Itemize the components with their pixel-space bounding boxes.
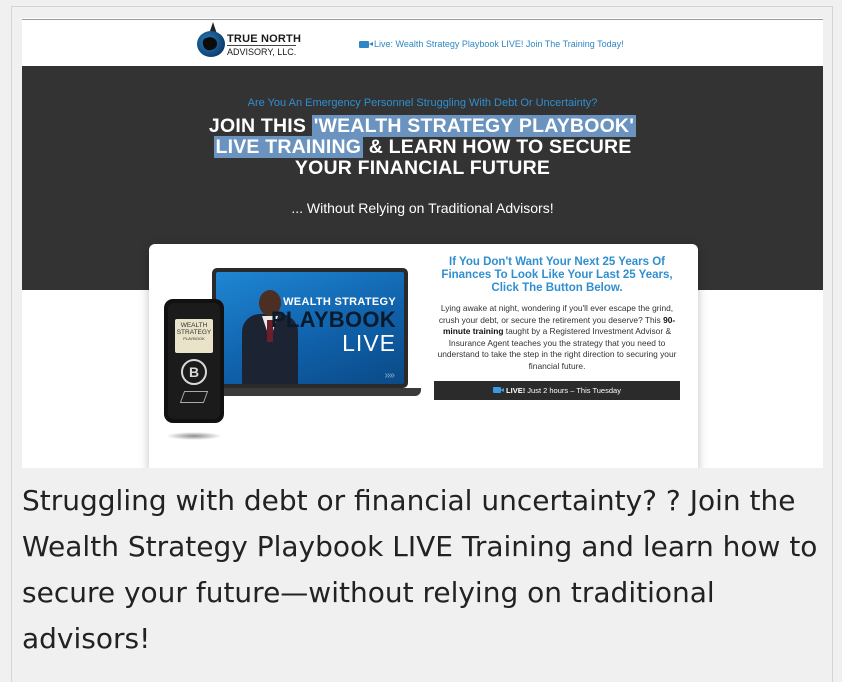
true-north-logo: TRUE NORTH ADVISORY, LLC. — [197, 22, 307, 61]
live-cta-text: Just 2 hours – This Tuesday — [525, 385, 621, 395]
phone-shadow — [166, 432, 222, 440]
offer-card: WEALTH STRATEGY PLAYBOOK LIVE ›››› WEALT… — [149, 244, 698, 468]
live-training-link-label: Live: Wealth Strategy Playbook LIVE! Joi… — [374, 39, 624, 49]
post-caption: Struggling with debt or financial uncert… — [22, 484, 818, 655]
hero-kicker: Are You An Emergency Personnel Strugglin… — [247, 97, 598, 109]
offer-body: Lying awake at night, wondering if you'l… — [434, 303, 680, 373]
hero-subheadline: ... Without Relying on Traditional Advis… — [291, 200, 554, 216]
laptop-screen: WEALTH STRATEGY PLAYBOOK LIVE ›››› — [216, 272, 404, 384]
headline-part: YOUR FINANCIAL FUTURE — [294, 157, 551, 179]
phone-title-line: PLAYBOOK — [183, 336, 205, 341]
phone-title-line: WEALTH — [180, 322, 208, 329]
headline-part: & LEARN HOW TO SECURE — [363, 136, 632, 158]
hero-headline: JOIN THIS 'WEALTH STRATEGY PLAYBOOK' LIV… — [22, 115, 823, 179]
laptop-mockup: WEALTH STRATEGY PLAYBOOK LIVE ›››› — [212, 268, 408, 388]
logo-subname: ADVISORY, LLC. — [227, 45, 297, 57]
live-cta-button[interactable]: LIVE! Just 2 hours – This Tuesday — [434, 380, 680, 400]
live-cta-bold: LIVE! — [506, 385, 526, 395]
phone-screen: WEALTH STRATEGY PLAYBOOK B — [168, 303, 220, 419]
offer-title: If You Don't Want Your Next 25 Years Of … — [441, 256, 673, 294]
headline-highlight: 'WEALTH STRATEGY PLAYBOOK' — [311, 115, 637, 137]
offer-body-text: Lying awake at night, wondering if you'l… — [438, 303, 674, 325]
bitcoin-icon: B — [181, 359, 207, 385]
video-camera-icon — [493, 387, 505, 394]
logo-name: TRUE NORTH — [227, 33, 302, 45]
globe-icon — [197, 31, 225, 57]
device-icon — [179, 391, 209, 403]
phone-mockup: WEALTH STRATEGY PLAYBOOK B — [164, 299, 224, 423]
headline-highlight: LIVE TRAINING — [213, 136, 364, 158]
laptop-title-line: PLAYBOOK — [270, 307, 396, 332]
chevron-right-icon: ›››› — [384, 370, 395, 381]
phone-book-cover: WEALTH STRATEGY PLAYBOOK — [175, 319, 213, 353]
live-training-link[interactable]: Live: Wealth Strategy Playbook LIVE! Joi… — [359, 39, 624, 49]
site-header: TRUE NORTH ADVISORY, LLC. Live: Wealth S… — [22, 20, 823, 66]
laptop-title-line: LIVE — [342, 330, 396, 356]
laptop-base — [199, 388, 421, 396]
headline-part: JOIN THIS — [208, 115, 312, 137]
link-preview-image[interactable]: TRUE NORTH ADVISORY, LLC. Live: Wealth S… — [22, 18, 823, 468]
video-camera-icon — [359, 40, 373, 48]
offer-copy: If You Don't Want Your Next 25 Years Of … — [434, 256, 680, 400]
phone-title-line: STRATEGY — [176, 329, 212, 336]
live-cta-label: LIVE! Just 2 hours – This Tuesday — [506, 386, 621, 395]
